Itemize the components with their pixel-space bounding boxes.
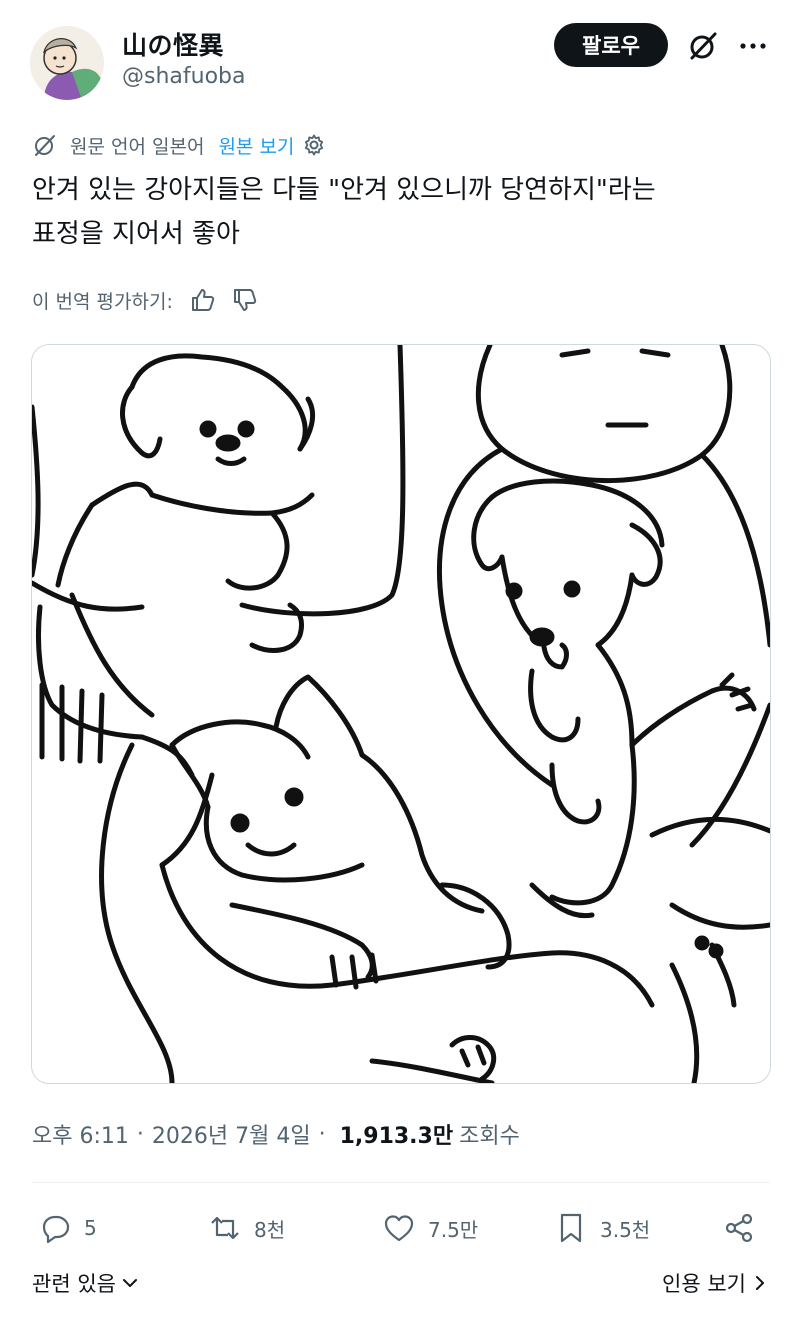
translation-notice: 원문 언어 일본어 원본 보기	[32, 130, 326, 160]
thumbs-up-icon[interactable]	[189, 286, 217, 314]
show-original-link[interactable]: 원본 보기	[218, 132, 294, 159]
avatar[interactable]	[30, 26, 104, 100]
translation-note: 원문 언어 일본어	[70, 135, 205, 158]
share-button[interactable]	[722, 1204, 768, 1252]
gear-icon[interactable]	[302, 133, 326, 157]
bookmark-button[interactable]: 3.5천	[554, 1204, 650, 1252]
rate-translation-label: 이 번역 평가하기:	[32, 290, 173, 313]
translate-icon	[35, 135, 55, 156]
bottom-links: 관련 있음 인용 보기	[32, 1268, 770, 1304]
repost-icon	[211, 1216, 239, 1240]
share-icon	[725, 1213, 753, 1243]
chevron-down-icon	[122, 1279, 137, 1287]
reply-icon	[42, 1215, 70, 1244]
view-count: 1,913.3만	[339, 1124, 454, 1149]
rate-translation: 이 번역 평가하기:	[32, 284, 259, 316]
tweet-time[interactable]: 오후 6:11	[32, 1118, 129, 1150]
related-toggle[interactable]: 관련 있음	[32, 1268, 140, 1298]
user-handle[interactable]: @shafuoba	[122, 64, 245, 89]
ellipsis-icon[interactable]	[736, 29, 770, 63]
bookmark-icon	[560, 1213, 582, 1243]
repost-count: 8천	[254, 1217, 286, 1242]
tweet-text-line: 안겨 있는 강아지들은 다들 "안겨 있으니까 당연하지"라는	[32, 175, 656, 205]
like-count: 7.5만	[428, 1217, 479, 1242]
meta-separator: ·	[136, 1121, 144, 1147]
display-name[interactable]: 山の怪異	[122, 26, 224, 62]
slashed-circle-icon[interactable]	[686, 29, 720, 63]
reply-count: 5	[84, 1216, 97, 1240]
tweet-date[interactable]: 2026년 7월 4일	[152, 1118, 311, 1150]
reply-button[interactable]: 5	[38, 1204, 97, 1252]
meta-separator: ·	[318, 1121, 326, 1147]
thumbs-down-icon[interactable]	[231, 286, 259, 314]
like-button[interactable]: 7.5만	[382, 1204, 478, 1252]
view-quotes-label: 인용 보기	[662, 1272, 746, 1296]
tweet-text-line: 표정을 지어서 좋아	[32, 219, 240, 249]
tweet-text: 안겨 있는 강아지들은 다들 "안겨 있으니까 당연하지"라는 표정을 지어서 …	[32, 168, 772, 256]
bookmark-count: 3.5천	[600, 1217, 651, 1242]
follow-button[interactable]: 팔로우	[554, 23, 668, 67]
attached-image[interactable]	[31, 344, 771, 1084]
related-label: 관련 있음	[32, 1272, 116, 1296]
heart-icon	[384, 1215, 414, 1242]
view-count-label: 조회수	[459, 1124, 520, 1149]
chevron-right-icon	[756, 1276, 764, 1290]
view-quotes-link[interactable]: 인용 보기	[662, 1268, 770, 1298]
tweet-meta: 오후 6:11 · 2026년 7월 4일 · 1,913.3만 조회수	[32, 1118, 520, 1150]
repost-button[interactable]: 8천	[208, 1204, 285, 1252]
divider	[32, 1182, 770, 1183]
action-bar: 5 8천 7.5만 3.5천	[32, 1204, 770, 1252]
